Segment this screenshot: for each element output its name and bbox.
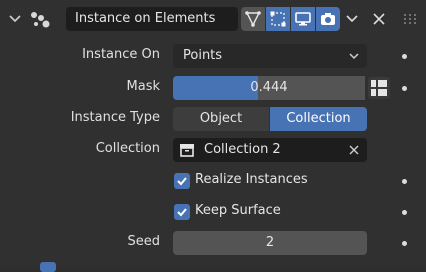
modifier-panel: Instance on Elements Instance On Points … xyxy=(0,0,426,272)
keep-surface-label: Keep Surface xyxy=(195,203,281,218)
instance-type-label: Instance Type xyxy=(70,110,160,125)
collapse-chevron-icon[interactable] xyxy=(8,12,22,26)
socket-dot[interactable] xyxy=(402,86,407,91)
mask-slider[interactable]: 0.444 xyxy=(173,76,365,100)
instance-on-label: Instance On xyxy=(82,47,160,62)
attribute-toggle-icon[interactable] xyxy=(367,76,391,100)
modifier-header: Instance on Elements xyxy=(0,3,426,35)
monitor-icon xyxy=(295,12,311,26)
geometry-nodes-icon xyxy=(31,12,50,28)
camera-icon xyxy=(321,13,335,25)
socket-dot[interactable] xyxy=(402,179,407,184)
mask-slider-fill xyxy=(173,76,259,100)
checkmark-icon xyxy=(177,177,187,186)
collection-value: Collection 2 xyxy=(204,142,281,157)
drag-handle-icon[interactable] xyxy=(403,13,417,25)
instance-type-object-option[interactable]: Object xyxy=(173,107,269,131)
collection-field[interactable]: Collection 2 xyxy=(173,138,367,162)
keep-surface-checkbox[interactable] xyxy=(174,204,190,220)
node-wrangler-button[interactable] xyxy=(241,7,265,31)
close-icon[interactable] xyxy=(371,11,387,27)
clear-icon[interactable] xyxy=(348,144,360,156)
socket-dot[interactable] xyxy=(402,210,407,215)
viewport-display-button[interactable] xyxy=(291,7,315,31)
edit-mode-icon xyxy=(270,11,286,27)
node-wrangler-icon xyxy=(245,11,261,27)
realize-instances-label: Realize Instances xyxy=(195,172,308,187)
realize-instances-checkbox[interactable] xyxy=(174,173,190,189)
chevron-down-icon xyxy=(349,53,359,60)
chevron-down-icon[interactable] xyxy=(344,11,360,27)
socket-dot[interactable] xyxy=(402,54,407,59)
socket-dot[interactable] xyxy=(402,241,407,246)
next-panel-checkbox[interactable] xyxy=(40,262,56,272)
collection-icon xyxy=(180,144,194,157)
instance-type-collection-option[interactable]: Collection xyxy=(270,107,367,131)
collection-label: Collection xyxy=(95,141,160,156)
mask-label: Mask xyxy=(126,79,160,94)
mask-value: 0.444 xyxy=(250,80,288,95)
instance-on-dropdown[interactable]: Points xyxy=(173,44,367,68)
seed-field[interactable]: 2 xyxy=(173,231,367,255)
seed-label: Seed xyxy=(127,234,161,249)
render-button[interactable] xyxy=(316,7,340,31)
modifier-name-field[interactable]: Instance on Elements xyxy=(66,7,238,31)
checkmark-icon xyxy=(177,208,187,217)
instance-on-value: Points xyxy=(183,48,223,63)
edit-mode-button[interactable] xyxy=(266,7,290,31)
